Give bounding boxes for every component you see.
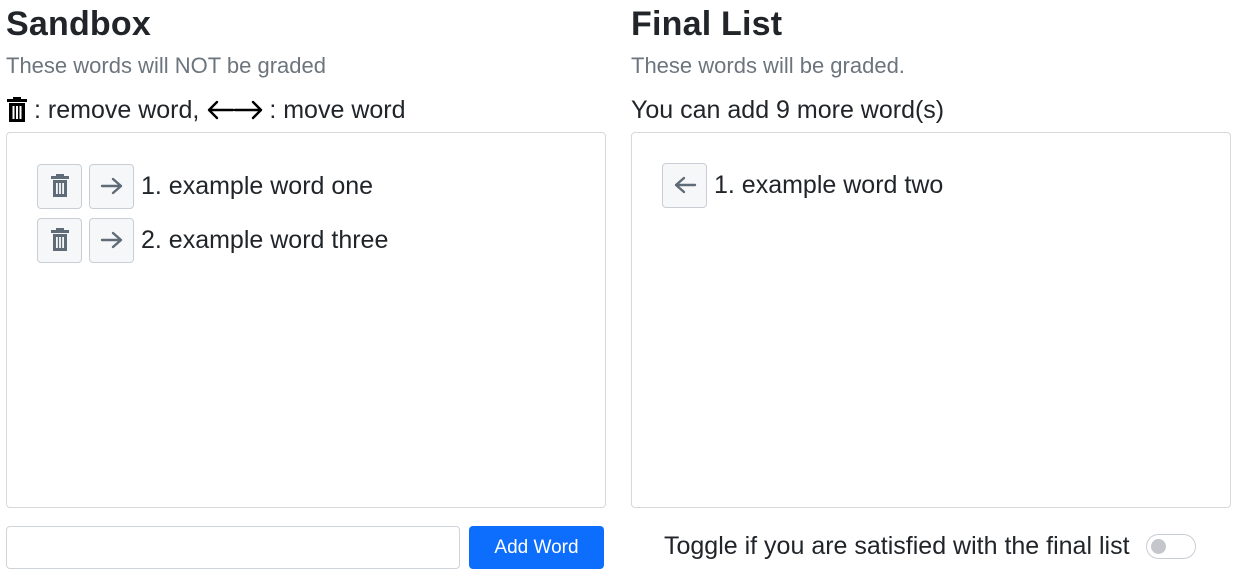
word-text: 1. example word two (714, 171, 944, 199)
satisfied-toggle-switch[interactable] (1145, 533, 1196, 559)
toggle-knob (1150, 538, 1166, 554)
arrow-left-icon (674, 176, 696, 194)
trash-icon (50, 174, 69, 197)
final-word-box: 1. example word two (631, 132, 1231, 508)
sandbox-subtitle: These words will NOT be graded (6, 53, 326, 78)
sandbox-legend: : remove word, : move word (6, 92, 606, 128)
remove-word-button[interactable] (37, 163, 82, 209)
add-word-button[interactable]: Add Word (469, 526, 604, 569)
word-text: 1. example word one (141, 172, 374, 200)
legend-remove-text: : remove word, (34, 96, 200, 124)
move-to-final-button[interactable] (89, 217, 134, 263)
sandbox-panel: Sandbox These words will NOT be graded :… (6, 0, 606, 569)
new-word-input[interactable] (6, 526, 460, 569)
final-list-panel: Final List These words will be graded. Y… (631, 0, 1231, 560)
sandbox-title: Sandbox (6, 5, 151, 43)
remove-word-button[interactable] (37, 217, 82, 263)
final-list-title: Final List (631, 5, 783, 43)
satisfied-toggle-label: Toggle if you are satisfied with the fin… (664, 531, 1130, 560)
final-capacity-text: You can add 9 more word(s) (631, 96, 945, 124)
move-to-sandbox-button[interactable] (662, 162, 707, 208)
trash-icon (50, 228, 69, 251)
move-to-final-button[interactable] (89, 163, 134, 209)
list-item: 1. example word two (662, 162, 943, 208)
satisfied-toggle-row: Toggle if you are satisfied with the fin… (664, 526, 1196, 566)
legend-move-text: : move word (269, 96, 406, 124)
final-list-subtitle: These words will be graded. (631, 53, 905, 78)
trash-icon (6, 97, 28, 123)
arrow-left-right-icon (207, 98, 263, 122)
sandbox-word-box: 1. example word one 2. example word thre… (6, 132, 606, 508)
list-item: 1. example word one (37, 163, 373, 209)
list-item: 2. example word three (37, 217, 388, 263)
arrow-right-icon (100, 177, 122, 195)
word-text: 2. example word three (141, 226, 389, 254)
arrow-right-icon (100, 231, 122, 249)
